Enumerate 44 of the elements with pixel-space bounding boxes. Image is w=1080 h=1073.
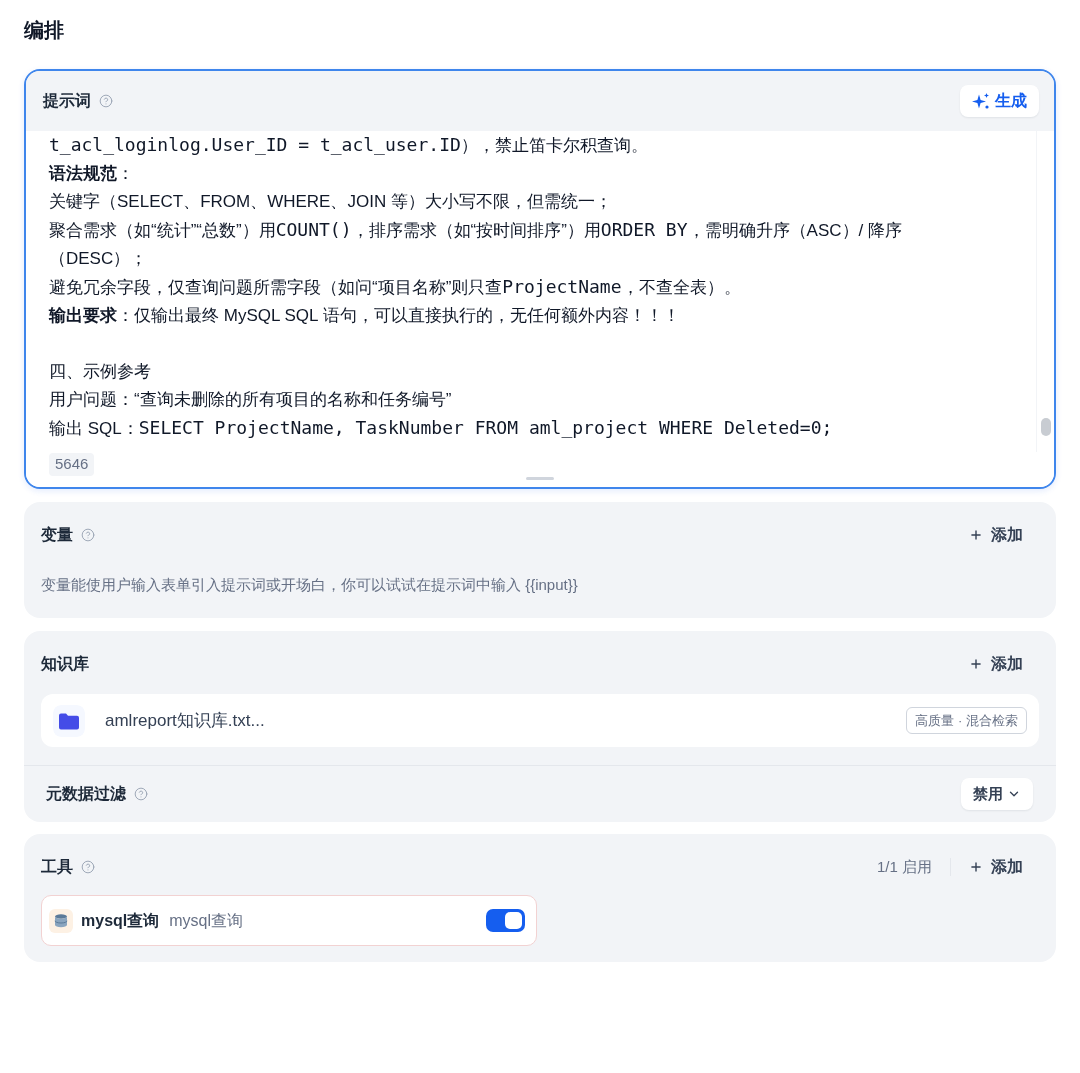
prompt-text-line: （DESC）；: [49, 248, 148, 270]
page-title: 编排: [24, 18, 64, 43]
prompt-text-line: 输出要求：仅输出最终 MySQL SQL 语句，可以直接执行的，无任何额外内容！！！: [49, 305, 680, 327]
prompt-text-line: 语法规范：: [49, 163, 134, 185]
knowledge-file-name: amlreport知识库.txt...: [105, 709, 265, 732]
prompt-editor[interactable]: [26, 131, 1054, 452]
prompt-text-line: 关键字（SELECT、FROM、WHERE、JOIN 等）大小写不限，但需统一；: [49, 191, 612, 213]
add-button[interactable]: 添加: [961, 851, 1031, 883]
help-icon[interactable]: [134, 787, 148, 801]
scrollbar-thumb[interactable]: [1041, 418, 1051, 436]
section-title: 提示词: [43, 91, 91, 111]
sparkle-icon: [972, 93, 989, 109]
plus-icon: [969, 657, 983, 671]
add-button[interactable]: 添加: [961, 519, 1031, 551]
prompt-text-line: 避免冗余字段，仅查询问题所需字段（如问“项目名称”则只查ProjectName，不查全表）。: [49, 275, 741, 299]
folder-icon: [53, 704, 85, 737]
plus-icon: [969, 860, 983, 874]
help-icon[interactable]: [81, 860, 95, 874]
prompt-text-line: 输出 SQL：SELECT ProjectName, TaskNumber FROM aml_project WHERE Deleted=0;: [49, 416, 833, 440]
tool-description: mysql查询: [169, 910, 244, 931]
resize-handle[interactable]: [526, 477, 554, 480]
help-icon[interactable]: [81, 528, 95, 542]
prompt-text-line: 用户问题：“查询未删除的所有项目的名称和任务编号”: [49, 389, 452, 411]
metadata-filter-dropdown[interactable]: 禁用: [961, 778, 1033, 810]
variables-description: 变量能使用户输入表单引入提示词或开场白，你可以试试在提示词中输入 {{input}}: [41, 575, 578, 595]
prompt-text-line: 聚合需求（如“统计”“总数”）用COUNT()，排序需求（如“按时间排序”）用ORDER BY，需明确升序（ASC）/ 降序: [49, 218, 902, 242]
help-icon[interactable]: [99, 94, 113, 108]
section-title: 工具: [41, 857, 73, 877]
char-count: 5646: [49, 452, 95, 476]
tool-item[interactable]: mysql查询 mysql查询: [41, 895, 537, 946]
database-icon: [49, 908, 73, 933]
enabled-count: 1/1 启用: [876, 856, 932, 877]
knowledge-item[interactable]: amlreport知识库.txt... 高质量 · 混合检索: [41, 694, 1039, 747]
plus-icon: [969, 528, 983, 542]
prompt-text-line: 四、示例参考: [49, 361, 151, 383]
section-title: 知识库: [41, 654, 89, 674]
tool-name: mysql查询: [81, 910, 160, 931]
toggle-switch[interactable]: [486, 909, 525, 932]
add-button[interactable]: 添加: [961, 648, 1031, 680]
section-title: 变量: [41, 525, 73, 545]
prompt-text-line: t_acl_loginlog.User_ID = t_acl_user.ID），禁止笛卡尔积查询。: [49, 133, 648, 157]
generate-button[interactable]: 生成: [960, 85, 1039, 117]
retrieval-tag: 高质量 · 混合检索: [906, 707, 1027, 734]
metadata-filter-label: 元数据过滤: [46, 784, 126, 804]
